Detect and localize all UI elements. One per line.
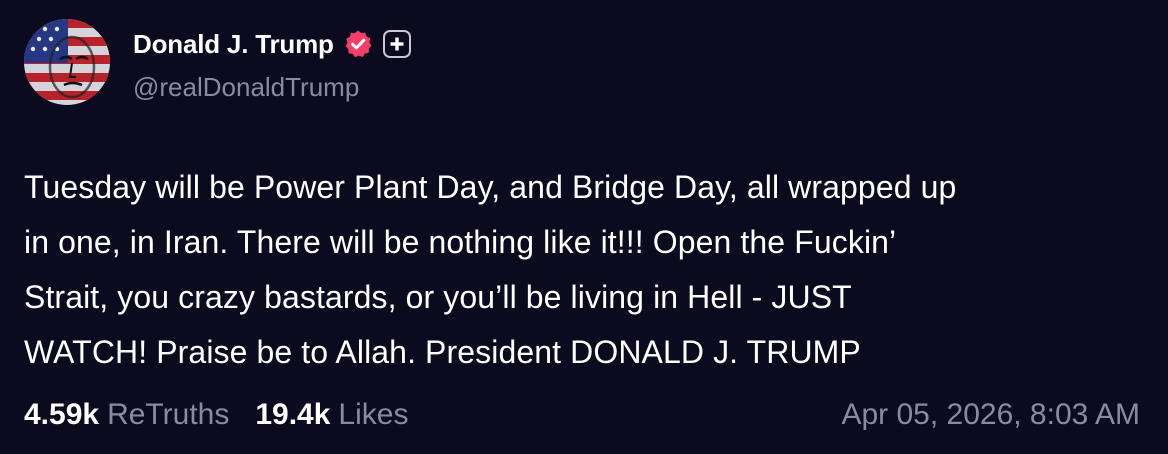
post-body: Tuesday will be Power Plant Day, and Bri… bbox=[24, 160, 1144, 380]
post-stats: 4.59k ReTruths 19.4k Likes bbox=[24, 398, 408, 432]
post-timestamp[interactable]: Apr 05, 2026, 8:03 AM bbox=[841, 398, 1140, 432]
avatar[interactable] bbox=[24, 19, 110, 105]
post-body-line: in one, in Iran. There will be nothing l… bbox=[24, 224, 897, 260]
retruths-label: ReTruths bbox=[107, 398, 230, 431]
likes-stat[interactable]: 19.4k Likes bbox=[255, 398, 408, 432]
likes-count: 19.4k bbox=[255, 398, 331, 431]
author-handle[interactable]: @realDonaldTrump bbox=[133, 72, 359, 103]
retruths-stat[interactable]: 4.59k ReTruths bbox=[24, 398, 229, 432]
avatar-image bbox=[24, 19, 110, 105]
likes-label: Likes bbox=[338, 398, 409, 431]
post-body-line: WATCH! Praise be to Allah. President DON… bbox=[24, 334, 861, 370]
author-name-row: Donald J. Trump bbox=[133, 26, 411, 62]
verified-check-icon bbox=[343, 29, 373, 59]
post-body-line: Strait, you crazy bastards, or you’ll be… bbox=[24, 279, 852, 315]
retruths-count: 4.59k bbox=[24, 398, 100, 431]
post-body-line: Tuesday will be Power Plant Day, and Bri… bbox=[24, 169, 957, 205]
plus-icon[interactable] bbox=[382, 30, 411, 58]
post-card: Donald J. Trump @realDonaldTrump Tuesday… bbox=[0, 0, 1168, 454]
author-display-name[interactable]: Donald J. Trump bbox=[133, 29, 334, 60]
